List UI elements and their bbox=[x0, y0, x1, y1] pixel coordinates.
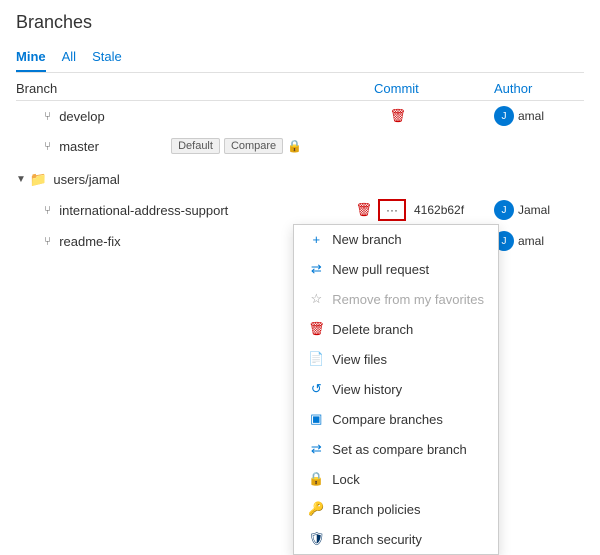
branch-row-develop: ⑂ develop 🗑 J amal bbox=[16, 101, 584, 131]
branch-row-master: ⑂ master Default Compare 🔒 bbox=[16, 131, 584, 161]
branch-row-international: ⑂ international-address-support 🗑 ··· 41… bbox=[16, 194, 584, 226]
branch-name-develop: develop bbox=[59, 109, 389, 124]
delete-branch-icon: 🗑 bbox=[308, 321, 324, 337]
view-files-icon: 📄 bbox=[308, 351, 324, 367]
branch-icon-master: ⑂ bbox=[44, 139, 51, 153]
branch-group-users-jamal: ▼ 📁 users/jamal ⑂ international-address-… bbox=[16, 165, 584, 256]
folder-icon: 📁 bbox=[30, 171, 47, 188]
col-header-commit: Commit bbox=[374, 81, 494, 96]
branch-actions-develop: 🗑 bbox=[389, 108, 406, 124]
tabs-bar: Mine All Stale bbox=[16, 43, 584, 73]
lock-icon: 🔒 bbox=[308, 471, 324, 487]
menu-item-view-history[interactable]: ↺ View history bbox=[294, 374, 498, 404]
menu-label-new-pr: New pull request bbox=[332, 262, 429, 277]
new-pr-icon: ⇄ bbox=[308, 261, 324, 277]
menu-label-view-files: View files bbox=[332, 352, 387, 367]
branch-policies-icon: 🔑 bbox=[308, 501, 324, 517]
badge-default: Default bbox=[171, 138, 220, 154]
col-header-branch: Branch bbox=[16, 81, 374, 96]
author-readme-fix: J amal bbox=[494, 231, 584, 251]
branch-icon-develop: ⑂ bbox=[44, 109, 51, 123]
delete-button-develop[interactable]: 🗑 bbox=[389, 108, 406, 124]
branch-row-wrapper-international: ⑂ international-address-support 🗑 ··· 41… bbox=[16, 194, 584, 226]
menu-item-remove-fav: ☆ Remove from my favorites bbox=[294, 284, 498, 314]
menu-label-new-branch: New branch bbox=[332, 232, 401, 247]
menu-label-delete-branch: Delete branch bbox=[332, 322, 413, 337]
lock-icon-master: 🔒 bbox=[287, 139, 302, 153]
menu-item-new-pr[interactable]: ⇄ New pull request bbox=[294, 254, 498, 284]
menu-item-delete-branch[interactable]: 🗑 Delete branch bbox=[294, 314, 498, 344]
menu-item-view-files[interactable]: 📄 View files bbox=[294, 344, 498, 374]
menu-item-set-compare[interactable]: ⇄ Set as compare branch bbox=[294, 434, 498, 464]
avatar-develop: J bbox=[494, 106, 514, 126]
menu-item-new-branch[interactable]: + New branch bbox=[294, 225, 498, 254]
author-international: J Jamal bbox=[494, 200, 584, 220]
table-header: Branch Commit Author bbox=[16, 73, 584, 101]
view-history-icon: ↺ bbox=[308, 381, 324, 397]
set-compare-icon: ⇄ bbox=[308, 441, 324, 457]
commit-international: 4162b62f bbox=[414, 203, 494, 217]
menu-item-lock[interactable]: 🔒 Lock bbox=[294, 464, 498, 494]
branch-icon-international: ⑂ bbox=[44, 203, 51, 217]
branch-icon-readme-fix: ⑂ bbox=[44, 234, 51, 248]
avatar-international: J bbox=[494, 200, 514, 220]
menu-item-branch-security[interactable]: 🛡 Branch security bbox=[294, 524, 498, 554]
branch-security-icon: 🛡 bbox=[308, 531, 324, 547]
menu-item-branch-policies[interactable]: 🔑 Branch policies bbox=[294, 494, 498, 524]
delete-button-international[interactable]: 🗑 bbox=[355, 202, 372, 218]
chevron-icon: ▼ bbox=[16, 174, 26, 185]
author-develop: J amal bbox=[494, 106, 584, 126]
more-button-international[interactable]: ··· bbox=[378, 199, 406, 221]
branch-actions-international: 🗑 ··· bbox=[355, 199, 406, 221]
menu-label-lock: Lock bbox=[332, 472, 359, 487]
tab-stale[interactable]: Stale bbox=[92, 43, 122, 72]
new-branch-icon: + bbox=[308, 232, 324, 247]
branch-name-international: international-address-support bbox=[59, 203, 355, 218]
compare-branches-icon: ▣ bbox=[308, 411, 324, 427]
remove-fav-icon: ☆ bbox=[308, 291, 324, 307]
menu-label-view-history: View history bbox=[332, 382, 402, 397]
col-header-author: Author bbox=[494, 81, 584, 96]
menu-item-compare-branches[interactable]: ▣ Compare branches bbox=[294, 404, 498, 434]
menu-label-branch-security: Branch security bbox=[332, 532, 422, 547]
branches-page: Branches Mine All Stale Branch Commit Au… bbox=[0, 0, 600, 268]
tab-mine[interactable]: Mine bbox=[16, 43, 46, 72]
group-header-users-jamal[interactable]: ▼ 📁 users/jamal bbox=[16, 165, 584, 194]
badge-compare: Compare bbox=[224, 138, 283, 154]
author-name-develop: amal bbox=[518, 109, 544, 123]
context-menu: + New branch ⇄ New pull request ☆ Remove… bbox=[293, 224, 499, 555]
menu-label-compare-branches: Compare branches bbox=[332, 412, 443, 427]
menu-label-remove-fav: Remove from my favorites bbox=[332, 292, 484, 307]
author-name-international: Jamal bbox=[518, 203, 550, 217]
author-name-readme-fix: amal bbox=[518, 234, 544, 248]
menu-label-branch-policies: Branch policies bbox=[332, 502, 420, 517]
page-title: Branches bbox=[16, 12, 584, 33]
menu-label-set-compare: Set as compare branch bbox=[332, 442, 466, 457]
tab-all[interactable]: All bbox=[62, 43, 76, 72]
branch-name-master: master bbox=[59, 139, 171, 154]
group-name: users/jamal bbox=[53, 172, 119, 187]
